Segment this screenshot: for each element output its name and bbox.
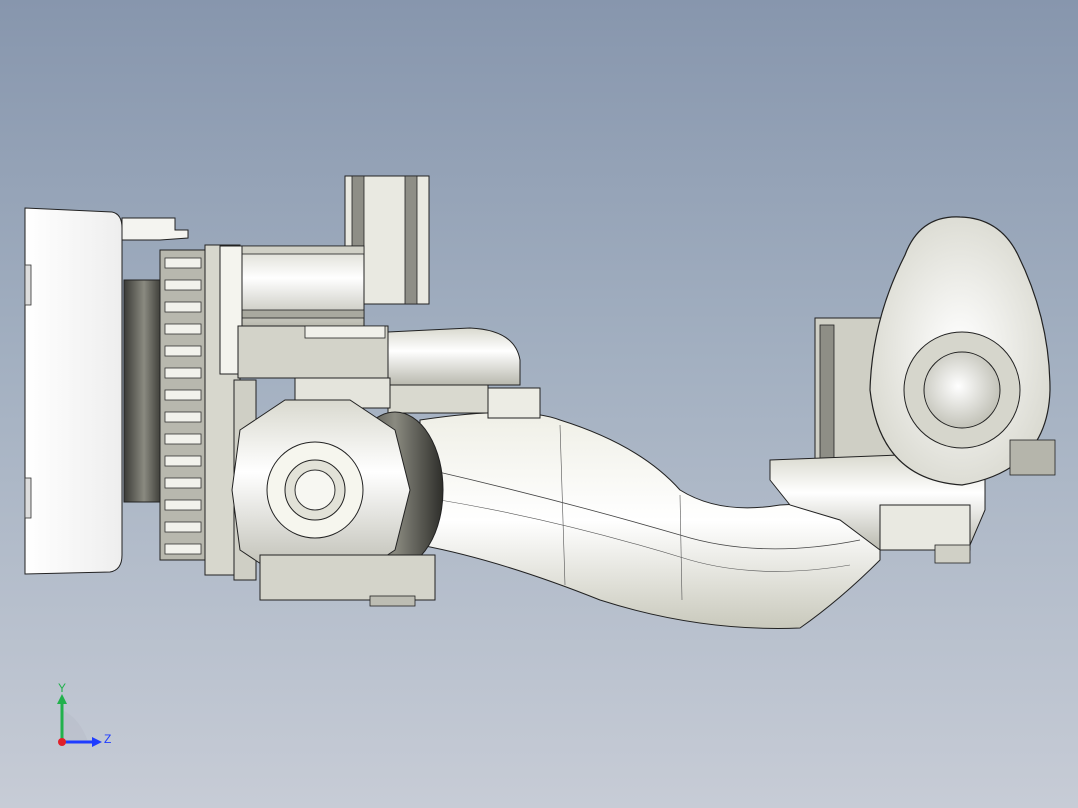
z-axis-label: Z: [104, 732, 111, 746]
x-axis-dot: [58, 738, 66, 746]
cad-3d-viewport[interactable]: Y Z: [0, 0, 1078, 808]
y-axis-label: Y: [58, 681, 66, 695]
wrist-roller[interactable]: [231, 399, 444, 607]
y-axis-arrowhead: [57, 694, 67, 704]
pivot-lobe[interactable]: [869, 216, 1056, 486]
triad-plane: [62, 710, 88, 742]
robot-arm-3d-model[interactable]: [0, 0, 1078, 808]
z-axis-arrowhead: [92, 737, 102, 747]
orientation-triad: Y Z: [57, 681, 111, 747]
